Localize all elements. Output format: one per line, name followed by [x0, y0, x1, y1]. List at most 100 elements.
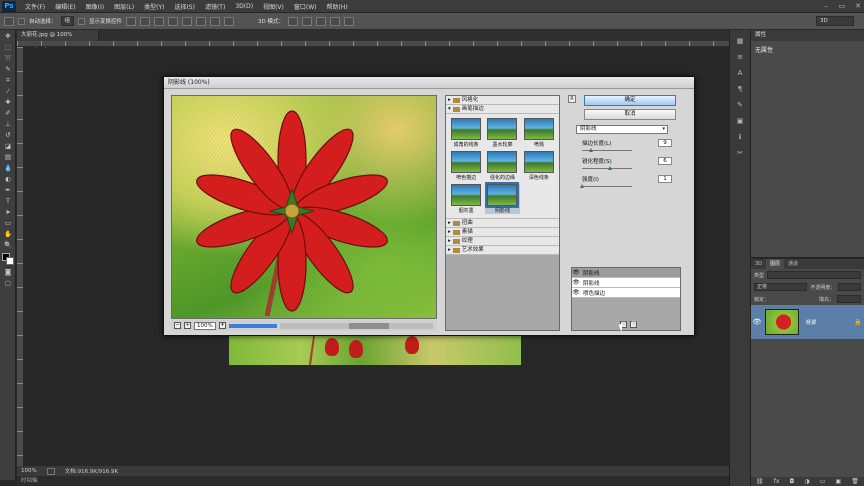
3d-rotate-icon[interactable]: [288, 16, 299, 26]
distribute-h-icon[interactable]: [224, 16, 235, 26]
close-button[interactable]: ✕: [852, 1, 864, 11]
3d-slide-icon[interactable]: [330, 16, 341, 26]
opacity-input[interactable]: [838, 283, 861, 291]
align-left-icon[interactable]: [168, 16, 179, 26]
menu-select[interactable]: 选择(S): [169, 2, 200, 11]
move-tool-icon[interactable]: ✥: [2, 32, 14, 41]
maximize-button[interactable]: ▭: [836, 1, 848, 11]
preview-zoom-value[interactable]: 100%: [194, 321, 216, 330]
filter-preview[interactable]: [171, 95, 437, 319]
info-icon[interactable]: ℹ: [734, 132, 746, 142]
cancel-button[interactable]: 取消: [584, 109, 676, 120]
blend-mode-select[interactable]: 正常: [754, 283, 808, 291]
stroke-length-input[interactable]: 9: [658, 139, 672, 147]
filter-sumi-e[interactable]: 烟灰墨: [449, 184, 483, 214]
menu-view[interactable]: 视图(V): [258, 2, 289, 11]
stamp-tool-icon[interactable]: ⊥: [2, 120, 14, 129]
align-top-icon[interactable]: [126, 16, 137, 26]
align-middle-icon[interactable]: [140, 16, 151, 26]
fill-input[interactable]: [837, 295, 861, 303]
menu-type[interactable]: 类型(Y): [139, 2, 169, 11]
zoom-level[interactable]: 100%: [21, 468, 37, 474]
eyedropper-tool-icon[interactable]: ⁄: [2, 87, 14, 96]
link-icon[interactable]: ⛓: [756, 477, 764, 486]
3d-scale-icon[interactable]: [344, 16, 355, 26]
trash-icon[interactable]: 🗑: [851, 477, 859, 486]
swatches-icon[interactable]: ▣: [734, 116, 746, 126]
path-select-tool-icon[interactable]: ➤: [2, 208, 14, 217]
hand-tool-icon[interactable]: ✋: [2, 230, 14, 239]
filter-accented-edges[interactable]: 强化的边缘: [485, 151, 519, 181]
menu-file[interactable]: 文件(F): [20, 2, 50, 11]
new-layer-icon[interactable]: ▣: [835, 477, 841, 486]
document-tab[interactable]: 大丽花.jpg @ 100%(RGB/8#): [17, 30, 99, 49]
zoom-in-button[interactable]: +: [184, 322, 191, 329]
history-icon[interactable]: ▦: [734, 36, 746, 46]
adjustments-icon[interactable]: ≡: [734, 52, 746, 62]
filter-select[interactable]: 阴影线: [576, 125, 668, 134]
timeline-tab[interactable]: 时间轴: [17, 476, 729, 486]
preview-scrollbar[interactable]: [280, 322, 433, 329]
collapse-gallery-button[interactable]: R: [568, 95, 576, 103]
filter-dark-strokes[interactable]: 深色线条: [522, 151, 556, 181]
effect-layer-row[interactable]: 👁 阴影线: [572, 278, 680, 288]
shape-tool-icon[interactable]: ▭: [2, 219, 14, 228]
align-right-icon[interactable]: [196, 16, 207, 26]
layer-kind-select[interactable]: 类型: [754, 272, 764, 279]
ok-button[interactable]: 确定: [584, 95, 676, 106]
tab-channels[interactable]: 通道: [784, 259, 802, 269]
sharpness-input[interactable]: 6: [658, 157, 672, 165]
dodge-tool-icon[interactable]: ◐: [2, 175, 14, 184]
crop-tool-icon[interactable]: ⌗: [2, 76, 14, 85]
auto-select-checkbox[interactable]: [18, 17, 25, 25]
slider-knob[interactable]: [580, 184, 584, 188]
auto-select-dropdown[interactable]: 组: [60, 16, 75, 26]
distribute-icon[interactable]: [210, 16, 221, 26]
group-icon[interactable]: ▭: [820, 477, 826, 486]
background-color[interactable]: [6, 257, 14, 265]
lasso-tool-icon[interactable]: ➰: [2, 54, 14, 63]
slider-knob[interactable]: [589, 148, 593, 152]
menu-3d[interactable]: 3D(D): [230, 3, 258, 10]
category-brush-strokes[interactable]: ▾ 画笔描边: [446, 105, 559, 114]
brush-tool-icon[interactable]: ✐: [2, 109, 14, 118]
menu-edit[interactable]: 编辑(E): [50, 2, 80, 11]
effect-layer-row[interactable]: 👁 喷色描边: [572, 288, 680, 298]
zoom-out-button[interactable]: −: [174, 322, 181, 329]
color-swatches[interactable]: [2, 253, 14, 265]
align-bottom-icon[interactable]: [154, 16, 165, 26]
filter-crosshatch[interactable]: 阴影线: [485, 182, 520, 214]
3d-roll-icon[interactable]: [302, 16, 313, 26]
gradient-tool-icon[interactable]: ▤: [2, 153, 14, 162]
character-icon[interactable]: A: [734, 68, 746, 78]
history-brush-icon[interactable]: ↺: [2, 131, 14, 140]
brush-panel-icon[interactable]: ✎: [734, 100, 746, 110]
properties-tab[interactable]: 属性: [751, 30, 864, 41]
delete-effect-layer-icon[interactable]: 🗑: [630, 321, 637, 328]
pen-tool-icon[interactable]: ✒: [2, 186, 14, 195]
zoom-dropdown-icon[interactable]: ▾: [219, 322, 226, 329]
menu-filter[interactable]: 滤镜(T): [200, 2, 230, 11]
slider-knob[interactable]: [607, 166, 612, 170]
menu-image[interactable]: 图像(I): [81, 2, 109, 11]
category-artistic[interactable]: ▸ 艺术效果: [446, 246, 559, 255]
menu-help[interactable]: 帮助(H): [322, 2, 353, 11]
menu-layer[interactable]: 图层(L): [109, 2, 139, 11]
visibility-eye-icon[interactable]: 👁: [572, 269, 580, 276]
workspace-select[interactable]: 3D: [816, 16, 854, 26]
filter-spatter[interactable]: 喷溅: [522, 118, 556, 148]
filter-ink-outlines[interactable]: 墨水轮廓: [485, 118, 519, 148]
filter-sprayed-strokes[interactable]: 喷色描边: [449, 151, 483, 181]
visibility-eye-icon[interactable]: 👁: [572, 279, 580, 286]
adjustment-layer-icon[interactable]: ◑: [804, 477, 809, 486]
zoom-tool-icon[interactable]: 🔍: [2, 241, 14, 250]
screen-mode-icon[interactable]: ▢: [2, 279, 14, 288]
layer-name[interactable]: 背景: [805, 318, 854, 326]
strength-input[interactable]: 1: [658, 175, 672, 183]
minimize-button[interactable]: –: [820, 1, 832, 11]
strength-slider[interactable]: [582, 186, 632, 187]
quick-select-tool-icon[interactable]: ✎: [2, 65, 14, 74]
effect-layer-row[interactable]: 👁 阴影线: [572, 268, 680, 278]
eraser-tool-icon[interactable]: ◪: [2, 142, 14, 151]
layer-row-background[interactable]: 👁 背景 🔒: [751, 305, 864, 339]
